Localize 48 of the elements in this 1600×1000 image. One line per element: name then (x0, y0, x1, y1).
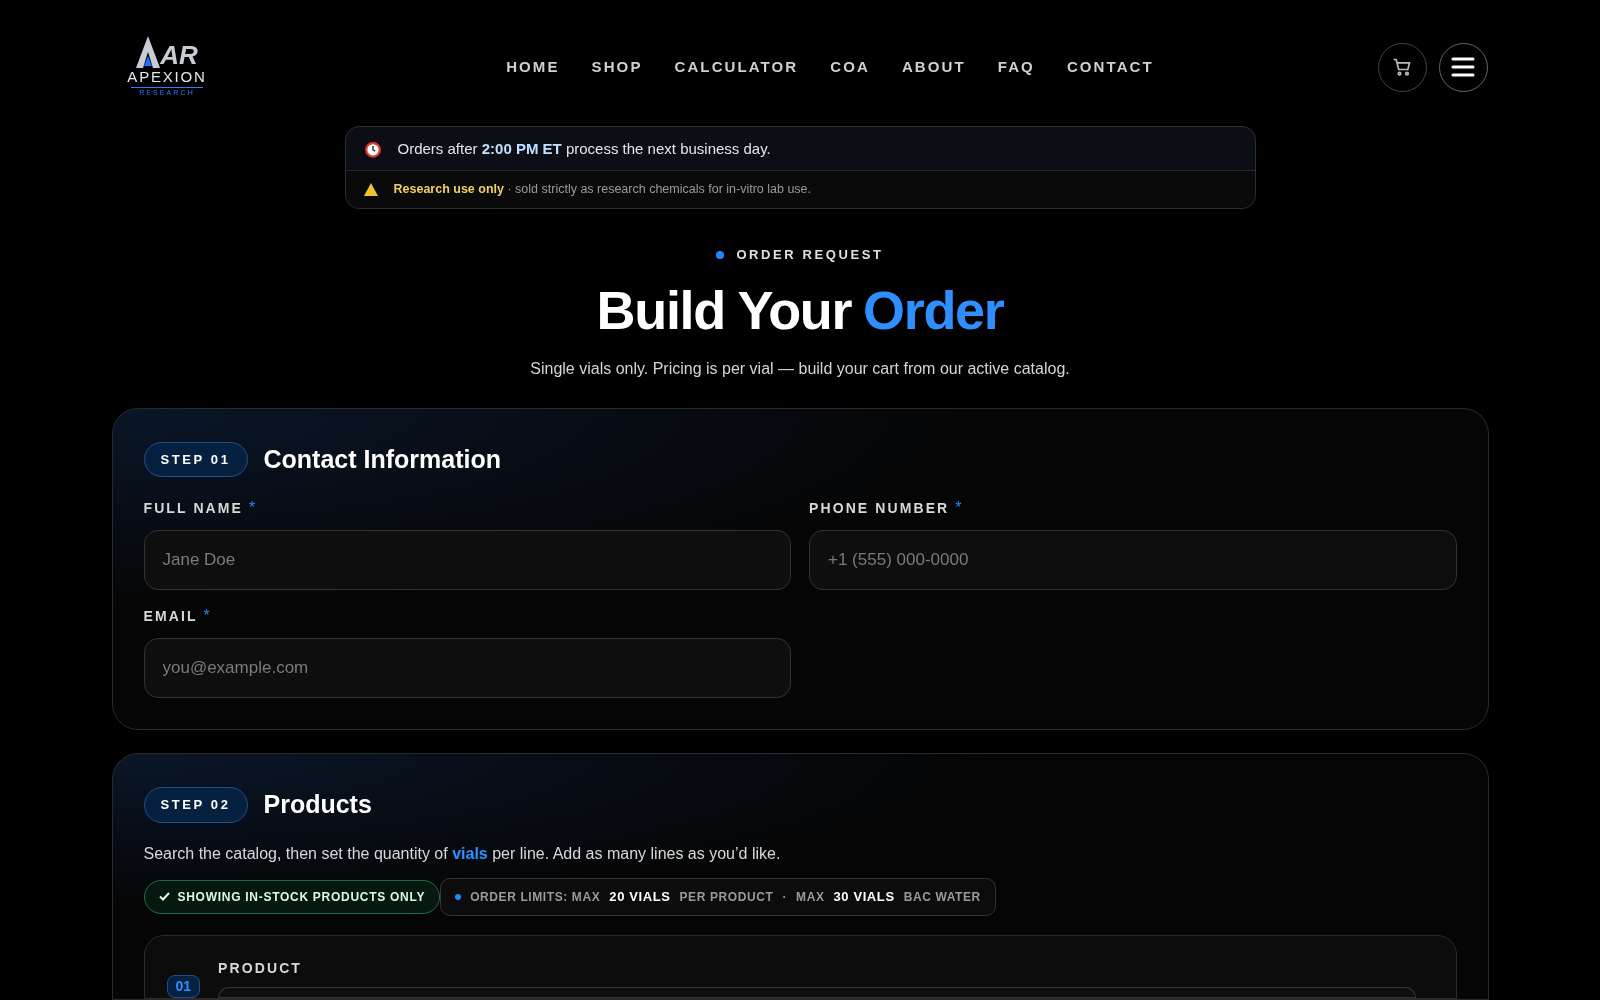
input-field[interactable]: Jane Doe (143, 530, 791, 591)
warning-icon (363, 183, 378, 197)
check-icon (158, 892, 170, 902)
limit-text: 20 VIALS (609, 888, 671, 907)
line-number: 01 (166, 975, 201, 998)
product-search-field[interactable] (218, 986, 1416, 998)
limit-text: BAC WATER (903, 888, 981, 906)
section-title: Contact Information (263, 443, 501, 475)
nav-link[interactable]: FAQ (997, 55, 1035, 79)
alarm-clock-icon (363, 139, 382, 158)
nav-link[interactable]: ABOUT (901, 55, 966, 79)
limit-text: MAX (796, 888, 825, 906)
step-badge: STEP 02 (143, 787, 248, 823)
stock-filter-chip[interactable]: SHOWING IN-STOCK PRODUCTS ONLY (143, 879, 441, 914)
logo-name: APEXION (127, 68, 207, 87)
warning-text: · sold strictly as research chemicals for in-vitro lab use. (507, 182, 812, 197)
logo-mark-icon (136, 36, 161, 68)
limit-text: · (782, 888, 788, 906)
limit-text: PER PRODUCT (679, 888, 774, 906)
nav-link[interactable]: CALCULATOR (674, 55, 799, 79)
page-subtitle: Single vials only. Pricing is per vial — build your cart from our active catalog. (530, 358, 1070, 379)
menu-icon (1451, 57, 1476, 78)
nav-link[interactable]: COA (830, 55, 870, 79)
eyebrow-label: ORDER REQUEST (736, 246, 884, 265)
page-title: Build Your (596, 278, 852, 341)
section-intro: Search the catalog, then set the quantity of vials per line. Add as many lines as you’d like. (143, 843, 782, 864)
required-asterisk: * (955, 498, 962, 519)
step-badge: STEP 01 (143, 441, 248, 478)
input-field[interactable]: +1 (555) 000-0000 (809, 530, 1457, 591)
field-label: PRODUCT (218, 958, 303, 978)
cutoff-notice: Orders after 2:00 PM ET process the next business day. (397, 138, 771, 159)
field-label: EMAIL (143, 606, 198, 626)
nav-link[interactable]: HOME (506, 55, 560, 79)
cart-icon (1392, 57, 1413, 78)
page-title-accent: Order (863, 278, 1004, 341)
limit-text: ORDER LIMITS: MAX (470, 888, 601, 906)
logo-mark: AR (160, 42, 198, 68)
field-label: FULL NAME (143, 498, 244, 518)
section-title: Products (263, 789, 372, 821)
nav-link[interactable]: CONTACT (1066, 55, 1154, 79)
limit-text: 30 VIALS (833, 888, 895, 907)
warning-label: Research use only (393, 182, 504, 197)
field-label: PHONE NUMBER (809, 498, 950, 518)
required-asterisk: * (249, 498, 256, 519)
nav-link[interactable]: SHOP (591, 55, 643, 79)
input-field[interactable]: you@example.com (143, 638, 791, 699)
required-asterisk: * (203, 606, 210, 627)
vials-link[interactable]: vials (452, 844, 488, 862)
